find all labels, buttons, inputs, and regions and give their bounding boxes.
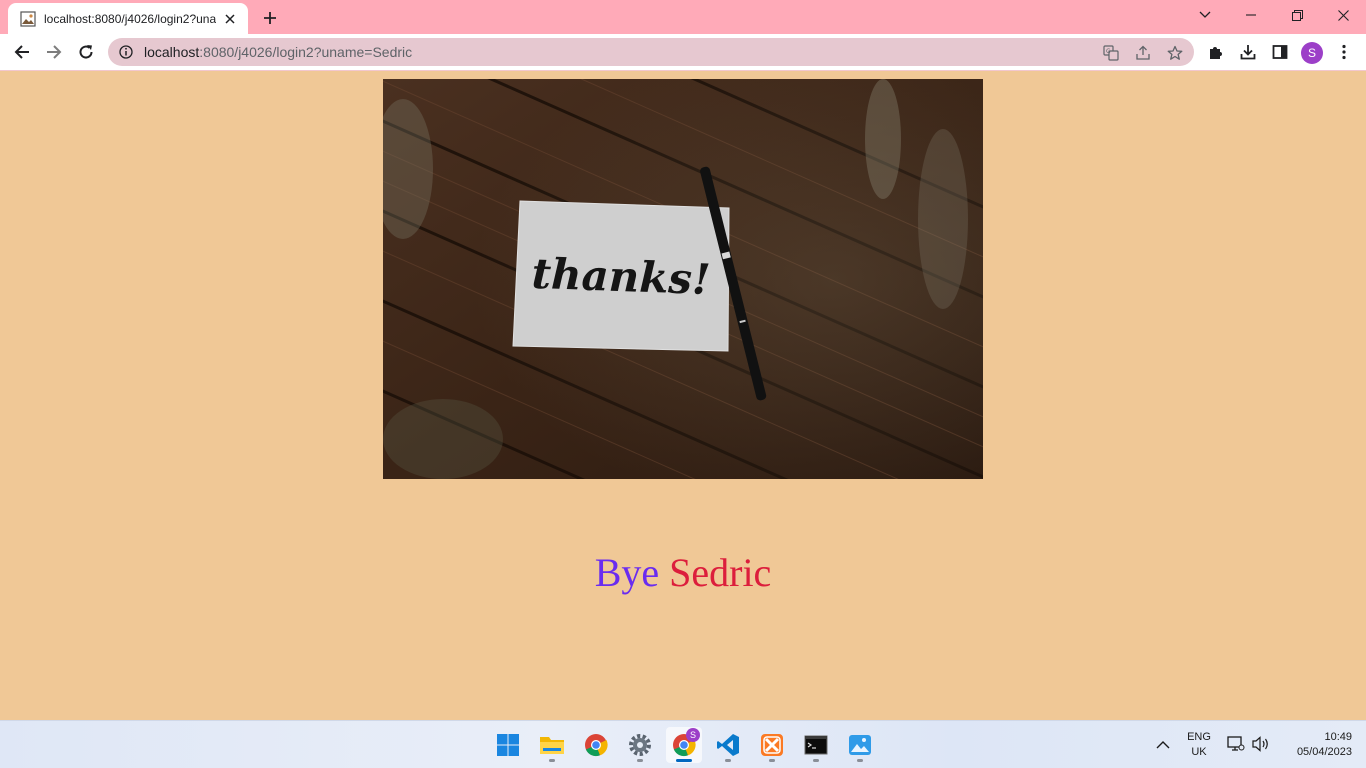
- chrome-icon: [585, 734, 608, 757]
- chrome-profile-button[interactable]: S: [666, 727, 702, 763]
- url-text[interactable]: localhost:8080/j4026/login2?uname=Sedric: [144, 44, 412, 60]
- forward-button[interactable]: [40, 38, 68, 66]
- running-indicator: [769, 759, 775, 762]
- chrome-profile-badge: S: [686, 728, 700, 742]
- reload-icon: [79, 45, 93, 59]
- running-indicator: [857, 759, 863, 762]
- greeting-word: Bye: [594, 550, 660, 595]
- folder-icon: [540, 737, 564, 754]
- url-path: :8080/j4026/login2?uname=Sedric: [199, 44, 413, 60]
- tab-close-icon[interactable]: [222, 11, 238, 27]
- menu-kebab-icon[interactable]: [1334, 42, 1354, 62]
- minimize-button[interactable]: [1228, 0, 1274, 30]
- minimize-icon: [1246, 14, 1256, 16]
- new-tab-button[interactable]: [258, 6, 282, 30]
- page-viewport: thanks! Bye Sedric: [0, 71, 1366, 720]
- language-code: ENG: [1187, 731, 1211, 743]
- extensions-puzzle-icon[interactable]: [1206, 42, 1226, 62]
- running-indicator: [549, 759, 555, 762]
- site-info-icon[interactable]: [118, 44, 134, 60]
- volume-icon[interactable]: [1252, 736, 1270, 757]
- tab-search-button[interactable]: [1182, 0, 1228, 30]
- terminal-icon: [804, 735, 828, 755]
- file-explorer-button[interactable]: [534, 727, 570, 763]
- show-hidden-icons-chevron-icon[interactable]: [1156, 737, 1170, 755]
- language-region: UK: [1191, 746, 1207, 758]
- close-icon: [1337, 9, 1349, 21]
- vscode-icon: [717, 734, 739, 756]
- thanks-photo: thanks!: [383, 79, 983, 479]
- card-lettering: thanks!: [531, 249, 711, 304]
- browser-tab[interactable]: localhost:8080/j4026/login2?uname=Sedric: [8, 3, 248, 34]
- settings-button[interactable]: [622, 727, 658, 763]
- bookmark-star-icon[interactable]: [1166, 44, 1184, 62]
- input-language-indicator[interactable]: ENG UK: [1182, 730, 1216, 760]
- xampp-icon: [761, 734, 783, 756]
- running-indicator: [637, 759, 643, 762]
- share-icon[interactable]: [1134, 44, 1152, 62]
- network-icon[interactable]: [1227, 736, 1245, 757]
- user-name: Sedric: [669, 550, 772, 595]
- windows-start-icon: [497, 734, 519, 756]
- windows-taskbar: S ENG UK 10:49 05/04/2023: [0, 720, 1366, 768]
- tab-strip: localhost:8080/j4026/login2?uname=Sedric: [0, 0, 1366, 34]
- clock-time: 10:49: [1324, 731, 1352, 743]
- vscode-button[interactable]: [710, 727, 746, 763]
- back-button[interactable]: [8, 38, 36, 66]
- start-button[interactable]: [490, 727, 526, 763]
- side-panel-icon[interactable]: [1270, 42, 1290, 62]
- active-indicator: [676, 759, 692, 762]
- address-bar[interactable]: localhost:8080/j4026/login2?uname=Sedric…: [108, 38, 1194, 66]
- translate-icon[interactable]: G: [1102, 44, 1120, 62]
- xampp-button[interactable]: [754, 727, 790, 763]
- arrow-left-icon: [14, 45, 29, 59]
- svg-text:G: G: [1106, 48, 1111, 55]
- plus-icon: [264, 12, 276, 24]
- url-host: localhost: [144, 44, 200, 60]
- download-icon[interactable]: [1238, 42, 1258, 62]
- farewell-message: Bye Sedric: [0, 549, 1366, 596]
- image-favicon-icon: [20, 10, 36, 27]
- arrow-right-icon: [47, 45, 62, 59]
- reload-button[interactable]: [72, 38, 100, 66]
- photos-button[interactable]: [842, 727, 878, 763]
- chrome-button[interactable]: [578, 727, 614, 763]
- profile-avatar[interactable]: S: [1301, 42, 1323, 64]
- photos-icon: [849, 735, 871, 755]
- chevron-down-icon: [1199, 11, 1211, 18]
- clock[interactable]: 10:49 05/04/2023: [1278, 730, 1352, 760]
- tab-title: localhost:8080/j4026/login2?uname=Sedric: [44, 11, 216, 26]
- browser-toolbar: localhost:8080/j4026/login2?uname=Sedric…: [0, 34, 1366, 71]
- close-window-button[interactable]: [1320, 0, 1366, 30]
- terminal-button[interactable]: [798, 727, 834, 763]
- running-indicator: [813, 759, 819, 762]
- clock-date: 05/04/2023: [1296, 746, 1352, 758]
- running-indicator: [725, 759, 731, 762]
- gear-icon: [629, 734, 651, 756]
- restore-icon: [1291, 9, 1303, 21]
- restore-button[interactable]: [1274, 0, 1320, 30]
